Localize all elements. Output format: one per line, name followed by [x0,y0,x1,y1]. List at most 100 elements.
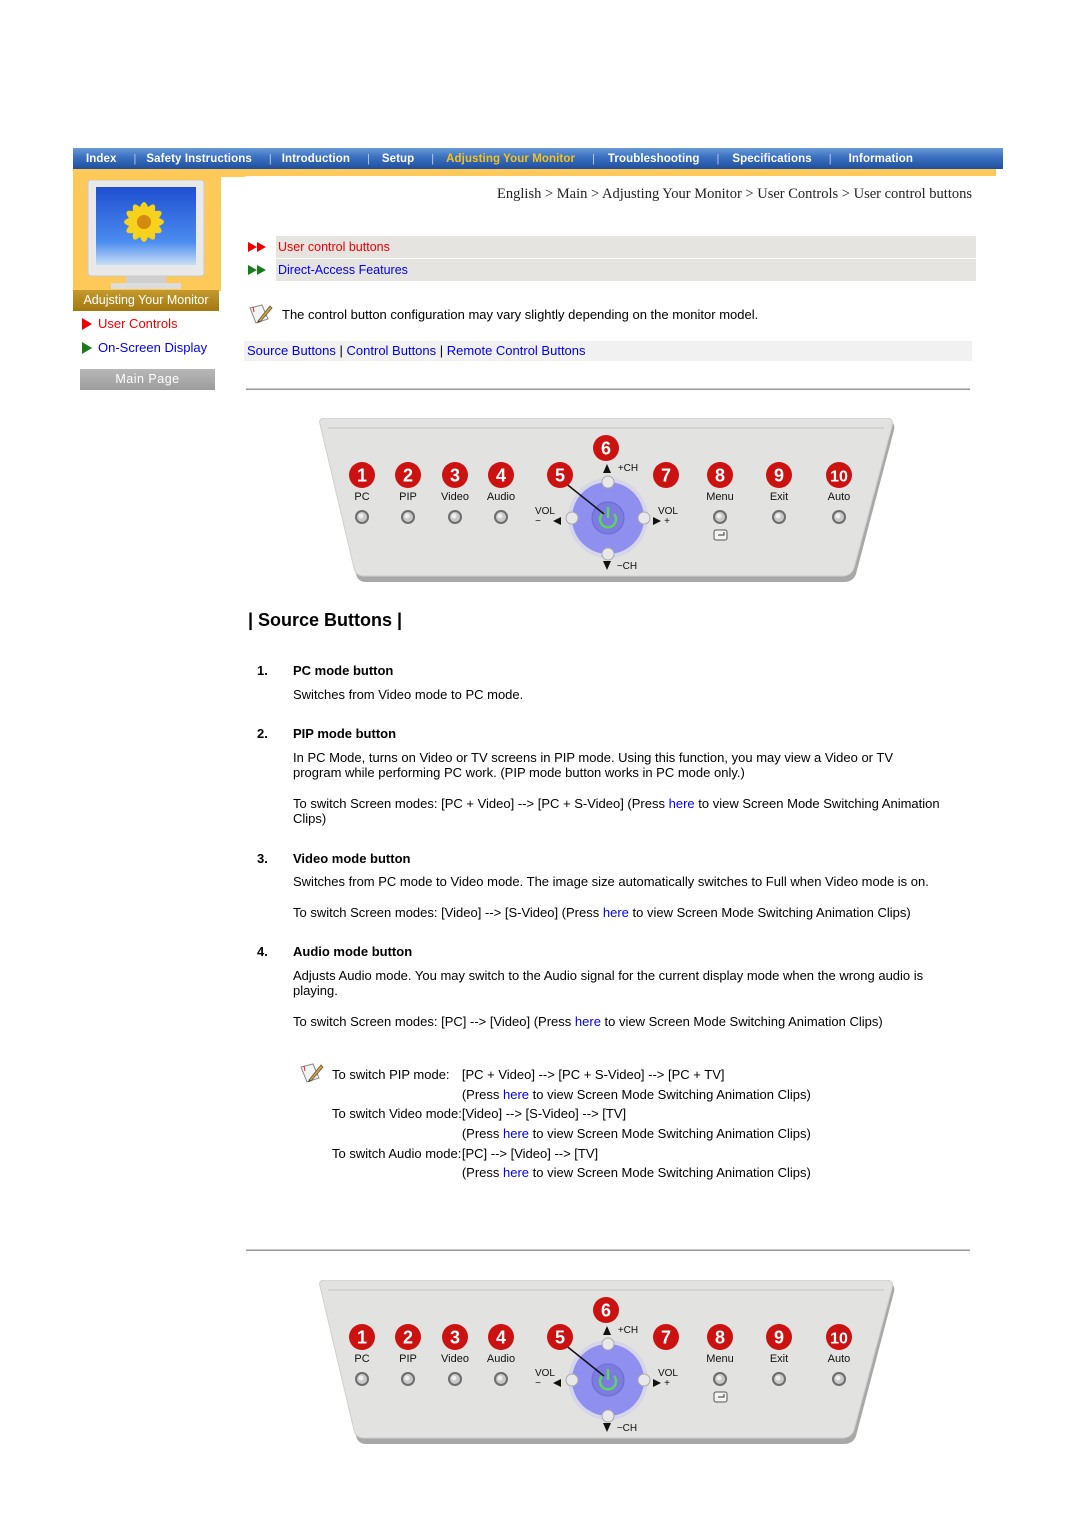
badge-number: 4 [496,1328,506,1348]
item-number: 4. [257,944,268,959]
here-link[interactable]: here [575,1014,601,1029]
button-knob [713,510,727,524]
divider [246,388,970,390]
nav-separator: | [716,152,720,165]
nav-separator: | [268,152,272,165]
ch-minus-label: −CH [617,1423,637,1434]
button-knob [494,1372,508,1386]
item-description: Switches from Video mode to PC mode. [293,686,524,702]
item-number: 3. [257,850,268,866]
button-knob [355,1372,369,1386]
mode-sequence: [Video] --> [S-Video] --> [TV] [461,1106,627,1122]
vol-minus-label: − [535,516,541,527]
triangle-right-icon [82,317,92,330]
subnav-separator: | [339,343,343,358]
button-knob [401,1372,415,1386]
list-item: 3. Video mode button Switches from PC mo… [257,851,957,921]
list-item: 4. Audio mode button Adjusts Audio mode.… [257,944,957,1029]
section-link-user-control-buttons[interactable]: User control buttons [244,236,976,258]
here-link[interactable]: here [669,796,695,811]
mode-sequence: [PC + Video] --> [PC + S-Video] --> [PC … [461,1067,725,1083]
dpad-arrow-knob [601,475,615,489]
nav-safety-instructions[interactable]: Safety Instructions [146,153,251,165]
button-label: Auto [828,1353,851,1365]
here-link[interactable]: here [603,905,629,920]
item-screen-modes: To switch Screen modes: [Video] --> [S-V… [293,905,973,921]
number-badge: 4 [488,1324,514,1350]
item-title: PC mode button [293,663,394,678]
item-title: PIP mode button [293,726,397,741]
item-description: Switches from PC mode to Video mode. The… [293,874,929,889]
button-label: Auto [828,491,851,503]
badge-number: 6 [601,439,611,459]
badge-number: 2 [403,1328,413,1348]
nav-specifications[interactable]: Specifications [732,153,811,165]
here-link[interactable]: here [503,1087,529,1102]
nav-information[interactable]: Information [849,153,913,165]
badge-number: 7 [661,466,671,486]
text: (Press [461,1165,504,1181]
text: to view Screen Mode Switching Animation … [529,1126,811,1142]
number-badge: 10 [826,462,852,488]
nav-index[interactable]: Index [86,153,117,165]
section-title: | Source Buttons | [248,610,403,630]
mode-note-row: (Press here to view Screen Mode Switchin… [332,1163,811,1183]
panel-body: 1PC2PIP3Video4Audio56+CH−CHVOL−7VOL+8Men… [319,417,895,582]
number-badge: 10 [826,1324,852,1350]
subnav-source-buttons[interactable]: Source Buttons [247,343,336,358]
here-link[interactable]: here [503,1165,529,1180]
badge-number: 9 [774,1328,784,1348]
dpad-arrow-knob [601,547,615,561]
sidebar-item-on-screen-display[interactable]: On-Screen Display [82,340,207,355]
subnav-control-buttons[interactable]: Control Buttons [347,343,437,358]
dpad-arrow-knob [565,1373,579,1387]
nav-setup[interactable]: Setup [382,153,414,165]
badge-number: 1 [357,1328,367,1348]
dpad-arrow-knob [637,1373,651,1387]
sidebar-item-user-controls[interactable]: User Controls [82,316,177,331]
section-link-direct-access-features[interactable]: Direct-Access Features [244,259,976,281]
double-arrow-icon [248,242,266,252]
section-link-label: Direct-Access Features [276,259,976,281]
nav-troubleshooting[interactable]: Troubleshooting [608,153,700,165]
button-label: Video [441,1353,469,1365]
list-item: 1. PC mode button Switches from Video mo… [257,663,957,702]
number-badge: 6 [593,1297,619,1323]
button-knob [713,1372,727,1386]
nav-separator: | [366,152,370,165]
subnav-remote-control-buttons[interactable]: Remote Control Buttons [447,343,586,358]
button-label: Video [441,491,469,503]
ch-minus-label: −CH [617,561,637,572]
button-label: Audio [487,1353,515,1365]
nav-introduction[interactable]: Introduction [282,153,350,165]
breadcrumb: English > Main > Adjusting Your Monitor … [497,186,972,202]
nav-adjusting-your-monitor[interactable]: Adjusting Your Monitor [446,153,575,165]
button-label: Audio [487,491,515,503]
button-label: PIP [399,491,417,503]
badge-number: 5 [555,1328,565,1348]
text: To switch Screen modes: [PC] --> [Video]… [293,1013,575,1029]
mode-note-row: To switch Video mode: [Video] --> [S-Vide… [332,1104,811,1124]
sidebar-title: Adujsting Your Monitor [73,290,219,311]
badge-number: 5 [555,466,565,486]
vol-minus-label: − [535,1378,541,1389]
here-link[interactable]: here [503,1126,529,1141]
section-link-label: User control buttons [276,236,976,258]
number-badge: 5 [547,462,573,488]
button-knob [832,510,846,524]
main-page-button[interactable]: Main Page [80,369,215,390]
button-knob [448,1372,462,1386]
nav-separator: | [828,152,832,165]
button-label: PC [354,491,369,503]
number-badge: 8 [707,1324,733,1350]
number-badge: 9 [766,462,792,488]
badge-number: 4 [496,466,506,486]
number-badge: 3 [442,1324,468,1350]
divider [246,1249,970,1251]
note-pencil-icon [300,1063,324,1083]
nav-separator: | [431,152,435,165]
note-text: The control button configuration may var… [282,306,759,322]
button-knob [494,510,508,524]
subnav-separator: | [439,343,444,358]
number-badge: 7 [653,1324,679,1350]
